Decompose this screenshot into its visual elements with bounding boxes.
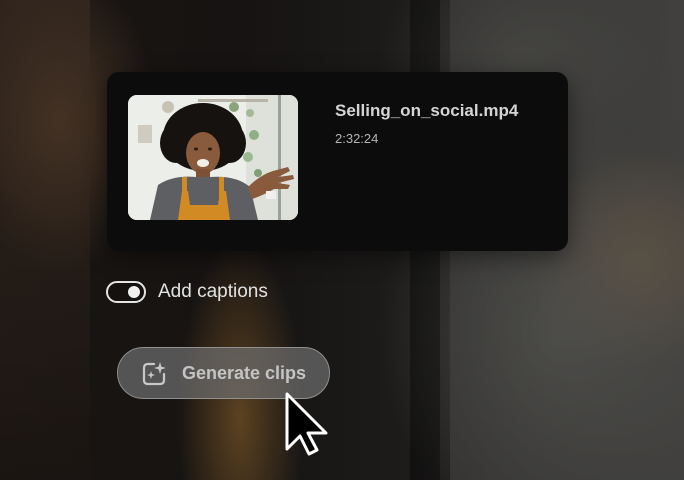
thumbnail-image	[128, 95, 298, 220]
add-captions-row: Add captions	[106, 278, 268, 306]
video-file-card: Selling_on_social.mp4 2:32:24	[107, 72, 568, 251]
sparkle-clip-icon	[140, 360, 168, 388]
add-captions-label: Add captions	[158, 281, 268, 302]
mouse-pointer-icon	[284, 391, 332, 457]
video-thumbnail[interactable]	[128, 95, 298, 220]
toggle-knob	[128, 286, 140, 298]
file-duration: 2:32:24	[335, 131, 379, 146]
file-name: Selling_on_social.mp4	[335, 101, 519, 120]
background-shape	[0, 0, 90, 480]
add-captions-toggle[interactable]	[106, 281, 146, 303]
generate-clips-label: Generate clips	[182, 363, 307, 383]
